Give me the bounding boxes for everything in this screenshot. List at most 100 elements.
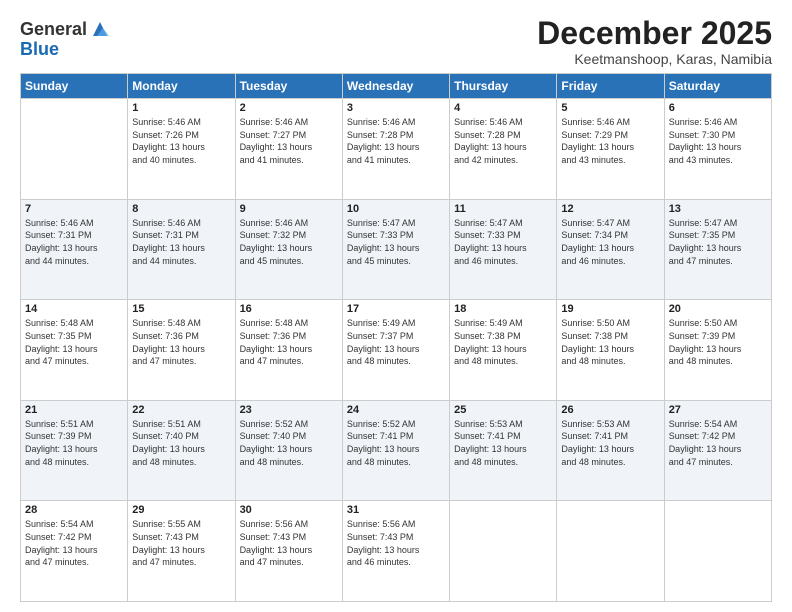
- week-row-2: 14 Sunrise: 5:48 AM Sunset: 7:35 PM Dayli…: [21, 300, 772, 401]
- day-number: 18: [454, 303, 552, 315]
- week-row-3: 21Sunrise: 5:51 AM Sunset: 7:39 PM Dayli…: [21, 400, 772, 501]
- day-info: Sunrise: 5:47 AM Sunset: 7:33 PM Dayligh…: [454, 217, 552, 267]
- day-info: Sunrise: 5:49 AM Sunset: 7:38 PM Dayligh…: [454, 317, 552, 367]
- day-number: 16: [240, 303, 338, 315]
- day-number: 24: [347, 404, 445, 416]
- calendar-cell: 23 Sunrise: 5:52 AM Sunset: 7:40 PM Dayli…: [235, 400, 342, 501]
- day-number: 31: [347, 504, 445, 516]
- day-info: Sunrise: 5:52 AM Sunset: 7:41 PM Dayligh…: [347, 418, 445, 468]
- day-info: Sunrise: 5:46 AM Sunset: 7:31 PM Dayligh…: [132, 217, 230, 267]
- day-info: Sunrise: 5:56 AM Sunset: 7:43 PM Dayligh…: [240, 518, 338, 568]
- day-number: 20: [669, 303, 767, 315]
- day-number: 17: [347, 303, 445, 315]
- calendar-cell: 25 Sunrise: 5:53 AM Sunset: 7:41 PM Dayli…: [450, 400, 557, 501]
- day-number: 10: [347, 203, 445, 215]
- calendar-cell: 18 Sunrise: 5:49 AM Sunset: 7:38 PM Dayli…: [450, 300, 557, 401]
- day-number: 6: [669, 102, 767, 114]
- calendar-cell: 8 Sunrise: 5:46 AM Sunset: 7:31 PM Daylig…: [128, 199, 235, 300]
- weekday-header-wednesday: Wednesday: [342, 74, 449, 99]
- day-info: Sunrise: 5:48 AM Sunset: 7:36 PM Dayligh…: [240, 317, 338, 367]
- day-number: 23: [240, 404, 338, 416]
- day-info: Sunrise: 5:52 AM Sunset: 7:40 PM Dayligh…: [240, 418, 338, 468]
- day-number: 5: [561, 102, 659, 114]
- day-info: Sunrise: 5:49 AM Sunset: 7:37 PM Dayligh…: [347, 317, 445, 367]
- day-number: 8: [132, 203, 230, 215]
- week-row-4: 28Sunrise: 5:54 AM Sunset: 7:42 PM Dayli…: [21, 501, 772, 602]
- day-info: Sunrise: 5:51 AM Sunset: 7:40 PM Dayligh…: [132, 418, 230, 468]
- day-number: 1: [132, 102, 230, 114]
- calendar: SundayMondayTuesdayWednesdayThursdayFrid…: [20, 73, 772, 602]
- day-info: Sunrise: 5:47 AM Sunset: 7:33 PM Dayligh…: [347, 217, 445, 267]
- week-row-1: 7 Sunrise: 5:46 AM Sunset: 7:31 PM Daylig…: [21, 199, 772, 300]
- calendar-cell: 24 Sunrise: 5:52 AM Sunset: 7:41 PM Dayli…: [342, 400, 449, 501]
- day-info: Sunrise: 5:48 AM Sunset: 7:35 PM Dayligh…: [25, 317, 123, 367]
- calendar-cell: 27 Sunrise: 5:54 AM Sunset: 7:42 PM Dayli…: [664, 400, 771, 501]
- logo: General Blue: [20, 20, 111, 60]
- logo-blue-text: Blue: [20, 40, 111, 60]
- calendar-cell: 30 Sunrise: 5:56 AM Sunset: 7:43 PM Dayli…: [235, 501, 342, 602]
- calendar-cell: 6 Sunrise: 5:46 AM Sunset: 7:30 PM Daylig…: [664, 99, 771, 200]
- day-number: 7: [25, 203, 123, 215]
- day-number: 3: [347, 102, 445, 114]
- weekday-header-monday: Monday: [128, 74, 235, 99]
- calendar-cell: 4 Sunrise: 5:46 AM Sunset: 7:28 PM Daylig…: [450, 99, 557, 200]
- day-number: 28: [25, 504, 123, 516]
- calendar-cell: 22 Sunrise: 5:51 AM Sunset: 7:40 PM Dayli…: [128, 400, 235, 501]
- day-number: 11: [454, 203, 552, 215]
- calendar-cell: [450, 501, 557, 602]
- calendar-cell: 16 Sunrise: 5:48 AM Sunset: 7:36 PM Dayli…: [235, 300, 342, 401]
- calendar-cell: 7 Sunrise: 5:46 AM Sunset: 7:31 PM Daylig…: [21, 199, 128, 300]
- day-info: Sunrise: 5:46 AM Sunset: 7:26 PM Dayligh…: [132, 116, 230, 166]
- day-info: Sunrise: 5:47 AM Sunset: 7:34 PM Dayligh…: [561, 217, 659, 267]
- day-number: 30: [240, 504, 338, 516]
- day-number: 19: [561, 303, 659, 315]
- day-number: 25: [454, 404, 552, 416]
- day-number: 14: [25, 303, 123, 315]
- day-number: 27: [669, 404, 767, 416]
- day-info: Sunrise: 5:46 AM Sunset: 7:31 PM Dayligh…: [25, 217, 123, 267]
- day-number: 22: [132, 404, 230, 416]
- calendar-cell: 11 Sunrise: 5:47 AM Sunset: 7:33 PM Dayli…: [450, 199, 557, 300]
- calendar-cell: 12 Sunrise: 5:47 AM Sunset: 7:34 PM Dayli…: [557, 199, 664, 300]
- day-info: Sunrise: 5:46 AM Sunset: 7:30 PM Dayligh…: [669, 116, 767, 166]
- calendar-cell: 31 Sunrise: 5:56 AM Sunset: 7:43 PM Dayli…: [342, 501, 449, 602]
- calendar-cell: 29Sunrise: 5:55 AM Sunset: 7:43 PM Dayli…: [128, 501, 235, 602]
- day-info: Sunrise: 5:53 AM Sunset: 7:41 PM Dayligh…: [561, 418, 659, 468]
- day-info: Sunrise: 5:46 AM Sunset: 7:28 PM Dayligh…: [347, 116, 445, 166]
- logo-general-text: General: [20, 20, 87, 40]
- calendar-cell: 14 Sunrise: 5:48 AM Sunset: 7:35 PM Dayli…: [21, 300, 128, 401]
- day-number: 2: [240, 102, 338, 114]
- day-number: 29: [132, 504, 230, 516]
- page: General Blue December 2025 Keetmanshoop,…: [0, 0, 792, 612]
- week-row-0: 1 Sunrise: 5:46 AM Sunset: 7:26 PM Daylig…: [21, 99, 772, 200]
- day-number: 12: [561, 203, 659, 215]
- calendar-cell: 1 Sunrise: 5:46 AM Sunset: 7:26 PM Daylig…: [128, 99, 235, 200]
- day-info: Sunrise: 5:46 AM Sunset: 7:28 PM Dayligh…: [454, 116, 552, 166]
- day-info: Sunrise: 5:51 AM Sunset: 7:39 PM Dayligh…: [25, 418, 123, 468]
- calendar-cell: 17 Sunrise: 5:49 AM Sunset: 7:37 PM Dayli…: [342, 300, 449, 401]
- day-number: 26: [561, 404, 659, 416]
- day-number: 15: [132, 303, 230, 315]
- calendar-cell: 28Sunrise: 5:54 AM Sunset: 7:42 PM Dayli…: [21, 501, 128, 602]
- calendar-cell: 9Sunrise: 5:46 AM Sunset: 7:32 PM Daylig…: [235, 199, 342, 300]
- calendar-cell: [557, 501, 664, 602]
- day-info: Sunrise: 5:46 AM Sunset: 7:29 PM Dayligh…: [561, 116, 659, 166]
- day-info: Sunrise: 5:54 AM Sunset: 7:42 PM Dayligh…: [669, 418, 767, 468]
- weekday-header-thursday: Thursday: [450, 74, 557, 99]
- calendar-cell: 2Sunrise: 5:46 AM Sunset: 7:27 PM Daylig…: [235, 99, 342, 200]
- day-info: Sunrise: 5:56 AM Sunset: 7:43 PM Dayligh…: [347, 518, 445, 568]
- day-info: Sunrise: 5:48 AM Sunset: 7:36 PM Dayligh…: [132, 317, 230, 367]
- day-number: 9: [240, 203, 338, 215]
- title-block: December 2025 Keetmanshoop, Karas, Namib…: [537, 16, 772, 67]
- day-info: Sunrise: 5:50 AM Sunset: 7:38 PM Dayligh…: [561, 317, 659, 367]
- day-number: 4: [454, 102, 552, 114]
- logo-icon: [89, 18, 111, 40]
- day-info: Sunrise: 5:53 AM Sunset: 7:41 PM Dayligh…: [454, 418, 552, 468]
- weekday-header-saturday: Saturday: [664, 74, 771, 99]
- weekday-header-row: SundayMondayTuesdayWednesdayThursdayFrid…: [21, 74, 772, 99]
- calendar-cell: 26 Sunrise: 5:53 AM Sunset: 7:41 PM Dayli…: [557, 400, 664, 501]
- calendar-cell: 5 Sunrise: 5:46 AM Sunset: 7:29 PM Daylig…: [557, 99, 664, 200]
- calendar-cell: 15 Sunrise: 5:48 AM Sunset: 7:36 PM Dayli…: [128, 300, 235, 401]
- calendar-cell: [21, 99, 128, 200]
- header: General Blue December 2025 Keetmanshoop,…: [20, 16, 772, 67]
